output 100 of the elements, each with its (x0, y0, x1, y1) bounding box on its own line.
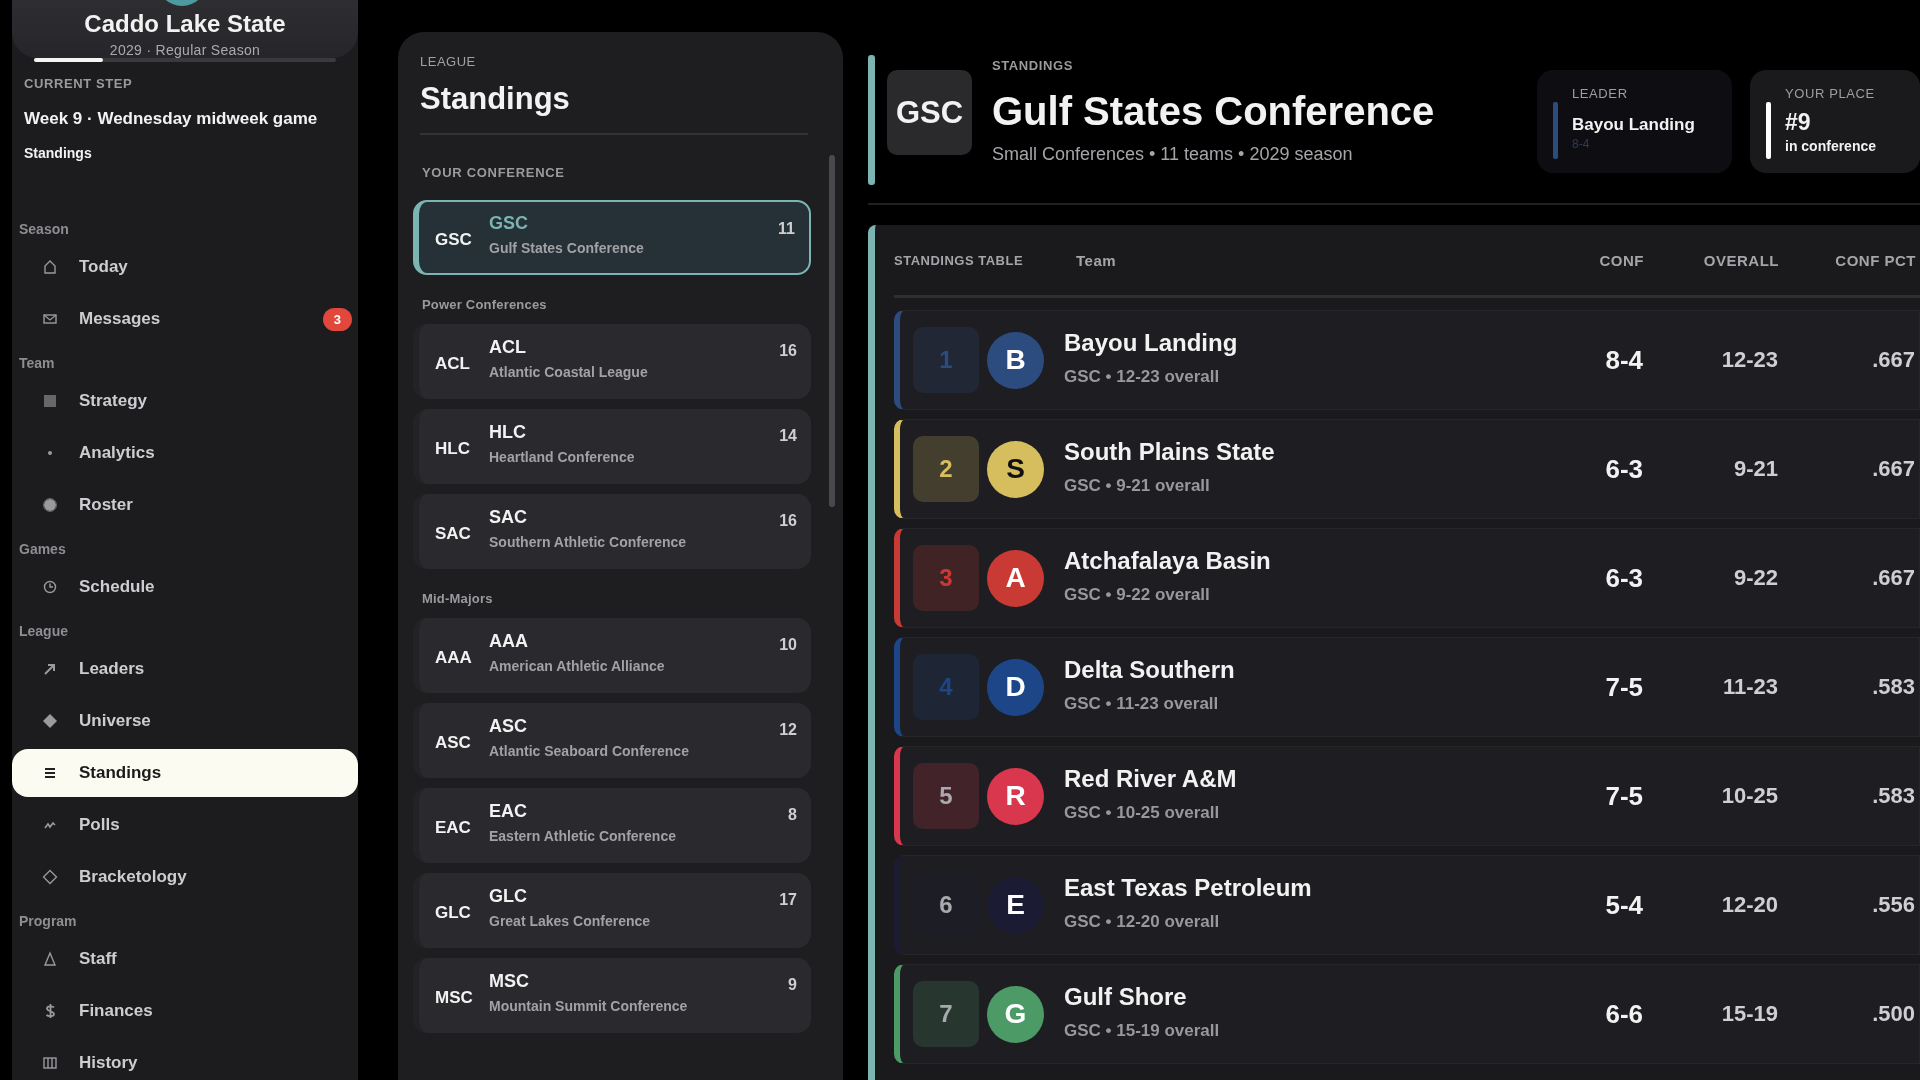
conference-card[interactable]: MSC MSC Mountain Summit Conference 9 (413, 958, 811, 1033)
team-detail: GSC • 11-23 overall (1064, 694, 1220, 714)
standings-row[interactable]: 1 B Bayou Landing GSC • 12-23 overall 8-4 12-23 .667 (894, 310, 1920, 410)
conference-name: AAA (489, 631, 529, 652)
conference-abbr: MSC (435, 986, 474, 1008)
conference-card[interactable]: HLC HLC Heartland Conference 14 (413, 409, 811, 484)
place-value: #9 (1785, 109, 1812, 136)
conference-name: ASC (489, 716, 528, 737)
nav-item[interactable]: Standings (12, 749, 358, 797)
nav-item[interactable]: Schedule (12, 563, 358, 611)
conference-full-name: American Athletic Alliance (489, 658, 666, 674)
conference-full-name: Gulf States Conference (489, 240, 645, 256)
conference-card[interactable]: GLC GLC Great Lakes Conference 17 (413, 873, 811, 948)
conference-name: GLC (489, 886, 528, 907)
nav-item[interactable]: Bracketology (12, 853, 358, 901)
unread-count: 3 (322, 307, 352, 331)
nav-group-heading: Season (18, 220, 70, 239)
nav-item[interactable]: Today (12, 243, 358, 291)
current-step-title: Week 9 · Wednesday midweek game (24, 109, 319, 129)
nav-group-heading: Games (18, 540, 67, 559)
conf-record-cell-text: 7-5 (1604, 671, 1643, 703)
leader-record: 8-4 (1572, 137, 1591, 151)
conf-pct-cell-text: .500 (1871, 1001, 1916, 1027)
conference-abbr: SAC (435, 522, 472, 544)
conference-card[interactable]: SAC SAC Southern Athletic Conference 16 (413, 494, 811, 569)
overall-record-cell-text: 12-20 (1720, 892, 1778, 918)
scrollbar[interactable] (829, 155, 835, 507)
team-name-cell-text: East Texas Petroleum (1064, 874, 1313, 902)
conf-record-cell-text: 8-4 (1604, 344, 1643, 376)
team-avatar: G (987, 985, 1044, 1043)
conference-abbr: EAC (435, 816, 472, 838)
conference-card[interactable]: GSC GSC Gulf States Conference 11 (413, 200, 811, 275)
stat-label: LEADER (1572, 86, 1629, 101)
standings-row[interactable]: 5 R Red River A&M GSC • 10-25 overall 7-5 10-25 .583 (894, 746, 1920, 846)
conference-card[interactable]: ACL ACL Atlantic Coastal League 16 (413, 324, 811, 399)
nav-item[interactable]: Staff (12, 935, 358, 983)
rank-badge: 5 (913, 763, 979, 829)
triangle-icon (42, 951, 58, 967)
current-step-label: CURRENT STEP (24, 76, 134, 91)
column-header: CONF PCT (1834, 251, 1917, 269)
standings-row[interactable]: 6 E East Texas Petroleum GSC • 12-20 overall 5-4 12-20 .556 (894, 855, 1920, 955)
overall-record-cell-text: 11-23 (1721, 674, 1778, 700)
team-name-cell-text: Gulf Shore (1064, 983, 1188, 1011)
team-count: 14 (779, 427, 797, 445)
overall-record-cell-text: 12-23 (1720, 347, 1778, 373)
team-detail: GSC • 9-22 overall (1064, 585, 1211, 605)
team-detail: GSC • 15-19 overall (1064, 1021, 1221, 1041)
nav-item[interactable]: Strategy (12, 377, 358, 425)
current-step-subtitle: Standings (24, 145, 93, 161)
conference-abbr: HLC (435, 437, 471, 459)
conference-full-name: Atlantic Coastal League (489, 364, 649, 380)
conf-pct-cell-text: .667 (1871, 565, 1916, 591)
envelope-icon (42, 311, 58, 327)
conference-full-name: Great Lakes Conference (489, 913, 652, 929)
nav-item[interactable]: Finances (12, 987, 358, 1035)
team-avatar: D (987, 658, 1044, 716)
team-avatar: B (987, 331, 1044, 389)
team-name-cell-text: Bayou Landing (1064, 329, 1239, 357)
square-icon (42, 393, 58, 409)
conf-record-cell-text: 6-6 (1604, 998, 1643, 1030)
season-line: 2029 · Regular Season (109, 42, 261, 58)
conference-logo: GSC (887, 70, 972, 155)
conference-card[interactable]: EAC EAC Eastern Athletic Conference 8 (413, 788, 811, 863)
standings-row[interactable]: 4 D Delta Southern GSC • 11-23 overall 7-5 11-23 .583 (894, 637, 1920, 737)
conference-full-name: Heartland Conference (489, 449, 636, 465)
nav-item[interactable]: Universe (12, 697, 358, 745)
team-avatar: A (987, 549, 1044, 607)
diamond-outline-icon (42, 869, 58, 885)
nav-item[interactable]: Roster (12, 481, 358, 529)
standings-row[interactable]: 2 S South Plains State GSC • 9-21 overall 6-3 9-21 .667 (894, 419, 1920, 519)
conference-full-name: Southern Athletic Conference (489, 534, 688, 550)
conf-record-cell-text: 6-3 (1604, 453, 1643, 485)
standings-row[interactable]: 7 G Gulf Shore GSC • 15-19 overall 6-6 15-19 .500 (894, 964, 1920, 1064)
conference-abbr: ACL (435, 352, 471, 374)
nav-item[interactable]: Leaders (12, 645, 358, 693)
team-count: 17 (779, 891, 797, 909)
nav-item[interactable]: Polls (12, 801, 358, 849)
diamond-icon (42, 713, 58, 729)
team-count: 11 (778, 220, 795, 238)
nav-item[interactable]: History (12, 1039, 358, 1080)
table-label: STANDINGS TABLE (894, 252, 1025, 268)
conference-abbr: GSC (435, 228, 473, 250)
conference-card[interactable]: ASC ASC Atlantic Seaboard Conference 12 (413, 703, 811, 778)
list-icon (42, 765, 58, 781)
conference-card[interactable]: AAA AAA American Athletic Alliance 10 (413, 618, 811, 693)
nav-item[interactable]: Analytics (12, 429, 358, 477)
overall-record-cell-text: 9-22 (1732, 565, 1778, 591)
team-count: 8 (788, 806, 797, 824)
nav-group-heading: League (18, 622, 69, 641)
conference-name: MSC (489, 971, 530, 992)
overall-record-cell-text: 10-25 (1720, 783, 1778, 809)
standings-row[interactable]: 3 A Atchafalaya Basin GSC • 9-22 overall 6-3 9-22 .667 (894, 528, 1920, 628)
conference-full-name: Eastern Athletic Conference (489, 828, 677, 844)
conference-group-heading: Mid-Majors (422, 591, 494, 606)
nav-item[interactable]: Messages 3 (12, 295, 358, 343)
rank-badge: 7 (913, 981, 979, 1047)
conference-full-name: Mountain Summit Conference (489, 998, 689, 1014)
panel-eyebrow: LEAGUE (420, 54, 477, 69)
overall-record-cell-text: 9-21 (1732, 456, 1778, 482)
conference-group-heading: YOUR CONFERENCE (422, 165, 566, 180)
